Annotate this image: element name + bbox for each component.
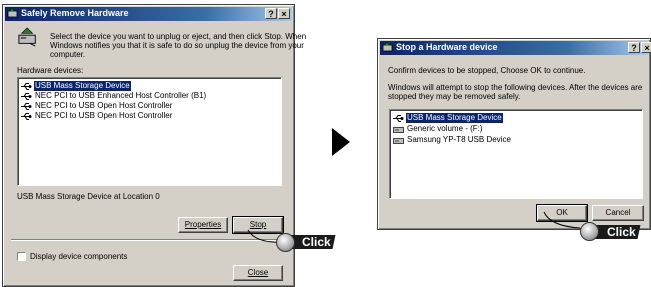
click-text-1: Click bbox=[302, 235, 331, 249]
close-button-label: Close bbox=[247, 268, 269, 277]
click-text-2: Click bbox=[607, 225, 636, 239]
close-icon[interactable]: × bbox=[278, 8, 290, 19]
window-title: Stop a Hardware device bbox=[396, 42, 498, 52]
hardware-remove-icon bbox=[7, 8, 18, 18]
device-label: USB Mass Storage Device bbox=[405, 112, 504, 124]
stop-device-window: Stop a Hardware device ? × Confirm devic… bbox=[377, 38, 651, 230]
usb-plug-icon bbox=[21, 92, 32, 101]
confirm-text: Confirm devices to be stopped, Choose OK… bbox=[388, 66, 586, 75]
click-disc-icon bbox=[276, 233, 295, 252]
hardware-remove-icon bbox=[382, 42, 393, 52]
properties-button-label: Properties bbox=[184, 220, 222, 229]
instruction-line-3: computer. bbox=[50, 50, 86, 59]
stop-devices-list[interactable]: USB Mass Storage Device Generic volume -… bbox=[389, 109, 643, 199]
separator bbox=[11, 239, 285, 241]
display-components-checkbox[interactable] bbox=[17, 252, 26, 261]
usb-plug-icon bbox=[21, 102, 32, 111]
disk-drive-icon bbox=[393, 138, 404, 144]
display-components-label: Display device components bbox=[30, 252, 128, 261]
help-button[interactable]: ? bbox=[265, 8, 277, 19]
right-arrow-icon bbox=[332, 128, 350, 156]
window-title: Safely Remove Hardware bbox=[21, 8, 129, 18]
help-button[interactable]: ? bbox=[628, 42, 640, 53]
safely-remove-titlebar[interactable]: Safely Remove Hardware ? × bbox=[5, 7, 292, 21]
usb-plug-icon bbox=[21, 82, 32, 91]
device-label: NEC PCI to USB Open Host Controller bbox=[35, 101, 173, 110]
close-button[interactable]: Close bbox=[233, 265, 283, 281]
click-disc-icon bbox=[580, 222, 599, 241]
hardware-devices-label: Hardware devices: bbox=[17, 66, 84, 75]
device-status-text: USB Mass Storage Device at Location 0 bbox=[17, 192, 160, 201]
device-label: USB Mass Storage Device bbox=[33, 80, 132, 92]
device-label: NEC PCI to USB Open Host Controller bbox=[35, 111, 173, 120]
device-label: NEC PCI to USB Enhanced Host Controller … bbox=[35, 91, 207, 100]
device-label: Samsung YP-T8 USB Device bbox=[407, 135, 511, 144]
cancel-button-label: Cancel bbox=[605, 208, 631, 217]
usb-plug-icon bbox=[393, 114, 404, 123]
cancel-button[interactable]: Cancel bbox=[592, 205, 644, 221]
hardware-devices-list[interactable]: USB Mass Storage Device NEC PCI to USB E… bbox=[17, 77, 282, 186]
close-icon[interactable]: × bbox=[641, 42, 651, 53]
stop-device-titlebar[interactable]: Stop a Hardware device ? × bbox=[380, 41, 651, 55]
properties-button[interactable]: Properties bbox=[178, 217, 228, 233]
disk-drive-icon bbox=[393, 127, 404, 133]
attempt-line-2: stopped they may be removed safely. bbox=[388, 92, 521, 101]
usb-plug-icon bbox=[21, 112, 32, 121]
device-label: Generic volume - (F:) bbox=[407, 124, 483, 133]
eject-hardware-icon bbox=[18, 27, 36, 47]
instruction-line-2: Windows notifies you that it is safe to … bbox=[50, 41, 304, 50]
